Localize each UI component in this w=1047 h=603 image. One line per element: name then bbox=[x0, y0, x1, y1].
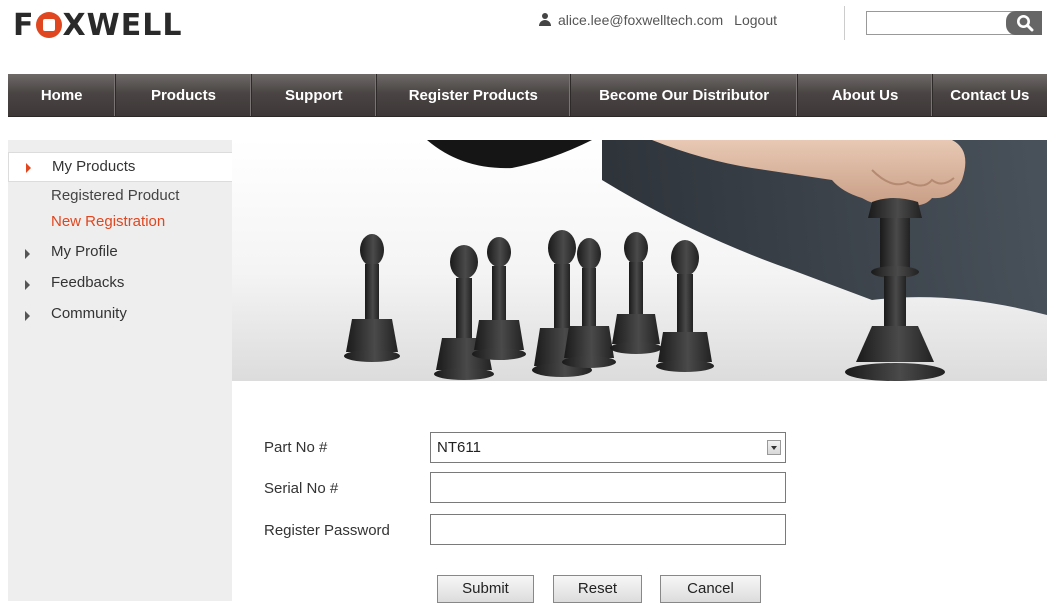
search-box bbox=[866, 11, 1042, 35]
nav-about-us[interactable]: About Us bbox=[798, 74, 933, 116]
search-button[interactable] bbox=[1006, 11, 1042, 35]
collapsed-arrow-icon bbox=[25, 280, 30, 290]
nav-become-distributor[interactable]: Become Our Distributor bbox=[571, 74, 799, 116]
sidebar: My Products Registered Product New Regis… bbox=[8, 140, 232, 601]
sidebar-item-feedbacks[interactable]: Feedbacks bbox=[8, 274, 232, 296]
reset-button[interactable]: Reset bbox=[553, 575, 642, 603]
collapsed-arrow-icon bbox=[25, 249, 30, 259]
collapsed-arrow-icon bbox=[25, 311, 30, 321]
search-input[interactable] bbox=[870, 13, 1010, 33]
serial-no-label: Serial No # bbox=[264, 480, 339, 497]
main-nav: Home Products Support Register Products … bbox=[8, 74, 1047, 117]
foxwell-logo[interactable]: F XWELL bbox=[13, 6, 182, 46]
sidebar-item-label: Community bbox=[51, 305, 127, 322]
part-no-select[interactable]: NT611 bbox=[430, 432, 786, 463]
header-divider bbox=[844, 6, 845, 40]
chess-banner-image bbox=[232, 140, 1047, 381]
cancel-button[interactable]: Cancel bbox=[660, 575, 761, 603]
serial-no-input[interactable] bbox=[431, 473, 783, 500]
user-icon bbox=[538, 13, 552, 27]
register-password-label: Register Password bbox=[264, 522, 390, 539]
logout-link[interactable]: Logout bbox=[734, 12, 777, 28]
sidebar-item-my-profile[interactable]: My Profile bbox=[8, 243, 232, 265]
part-no-selected-value: NT611 bbox=[437, 439, 481, 456]
nav-home[interactable]: Home bbox=[8, 74, 117, 116]
nav-products[interactable]: Products bbox=[116, 74, 252, 116]
logo-o-icon bbox=[35, 12, 62, 38]
search-icon bbox=[1017, 15, 1034, 32]
submit-button[interactable]: Submit bbox=[437, 575, 534, 603]
nav-support[interactable]: Support bbox=[252, 74, 377, 116]
sidebar-item-community[interactable]: Community bbox=[8, 305, 232, 327]
nav-register-products[interactable]: Register Products bbox=[377, 74, 571, 116]
register-password-input[interactable] bbox=[431, 515, 783, 542]
user-email: alice.lee@foxwelltech.com bbox=[558, 12, 724, 28]
dropdown-arrow-icon[interactable] bbox=[767, 440, 781, 455]
register-password-field-wrap bbox=[430, 514, 786, 545]
user-area: alice.lee@foxwelltech.com Logout bbox=[538, 12, 777, 28]
sidebar-item-my-products[interactable]: My Products bbox=[8, 152, 232, 182]
sidebar-item-label: My Profile bbox=[51, 243, 118, 260]
sidebar-item-label: Feedbacks bbox=[51, 274, 125, 291]
nav-contact-us[interactable]: Contact Us bbox=[933, 74, 1047, 116]
sidebar-sub-registered-product[interactable]: Registered Product bbox=[51, 187, 179, 204]
expanded-arrow-icon bbox=[26, 163, 31, 173]
chess-pieces-image bbox=[344, 140, 1047, 381]
sidebar-sub-new-registration[interactable]: New Registration bbox=[51, 213, 165, 230]
sidebar-item-label: My Products bbox=[52, 158, 136, 175]
serial-no-field-wrap bbox=[430, 472, 786, 503]
part-no-label: Part No # bbox=[264, 439, 328, 456]
